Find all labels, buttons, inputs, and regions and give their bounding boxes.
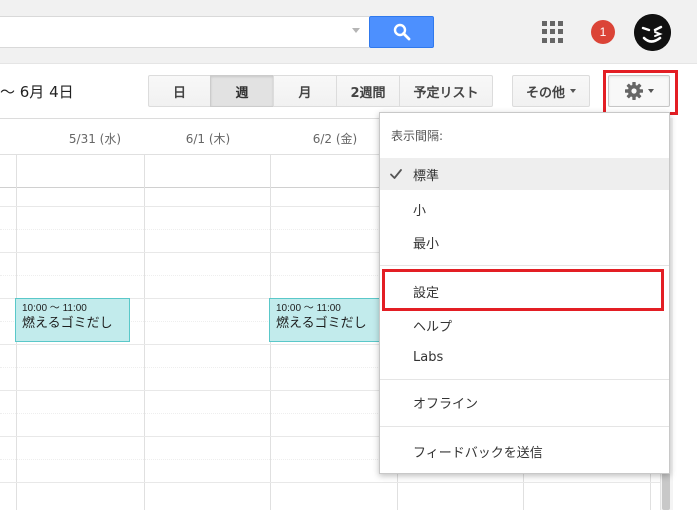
- view-switcher: 日 週 月 2週間 予定リスト: [148, 75, 493, 107]
- date-range-label: ～ 6月 4日: [0, 83, 74, 101]
- search-icon: [393, 23, 410, 41]
- menu-item-offline[interactable]: オフライン: [380, 386, 669, 418]
- menu-item-label: 小: [413, 203, 427, 219]
- menu-item-labs[interactable]: Labs: [380, 341, 669, 373]
- event-time: 10:00 ～ 11:00: [22, 303, 87, 314]
- more-button-label: その他: [525, 85, 565, 101]
- winking-face-icon: [634, 14, 671, 51]
- settings-dropdown-menu: 表示間隔: 標準 小 最小 設定 ヘルプ Labs オフライン フィードバックを…: [379, 112, 670, 474]
- top-bar: 1: [0, 0, 697, 64]
- menu-item-help[interactable]: ヘルプ: [380, 309, 669, 341]
- menu-item-label: Labs: [413, 349, 444, 365]
- gear-icon: [625, 82, 643, 100]
- search-button[interactable]: [369, 16, 434, 48]
- more-button[interactable]: その他: [512, 75, 590, 107]
- day-header-wed[interactable]: 5/31 (水): [32, 130, 158, 147]
- chevron-down-icon: [648, 89, 654, 93]
- hour-line: [0, 482, 660, 483]
- view-day-button[interactable]: 日: [148, 75, 211, 107]
- menu-item-label: 標準: [413, 168, 440, 184]
- view-2weeks-button[interactable]: 2週間: [336, 75, 400, 107]
- search-input[interactable]: [0, 16, 369, 48]
- settings-gear-button[interactable]: [608, 75, 670, 107]
- menu-item-label: オフライン: [413, 396, 479, 412]
- menu-item-settings[interactable]: 設定: [380, 275, 669, 307]
- menu-separator: [380, 265, 669, 266]
- event-title: 燃えるゴミだし: [276, 316, 367, 331]
- calendar-event[interactable]: 10:00 ～ 11:00 燃えるゴミだし: [15, 298, 130, 342]
- menu-item-feedback[interactable]: フィードバックを送信: [380, 435, 669, 467]
- menu-separator: [380, 426, 669, 427]
- search-options-chevron-icon[interactable]: [352, 28, 360, 33]
- calendar-event[interactable]: 10:00 ～ 11:00 燃えるゴミだし: [269, 298, 384, 342]
- apps-grid-icon[interactable]: [542, 21, 564, 43]
- avatar[interactable]: [634, 14, 671, 51]
- menu-item-density-smallest[interactable]: 最小: [380, 226, 669, 258]
- day-header-thu[interactable]: 6/1 (木): [145, 130, 271, 147]
- notification-badge[interactable]: 1: [591, 20, 615, 44]
- chevron-down-icon: [570, 89, 576, 93]
- menu-separator: [380, 379, 669, 380]
- view-month-button[interactable]: 月: [273, 75, 337, 107]
- menu-item-label: ヘルプ: [413, 319, 453, 335]
- density-header: 表示間隔:: [391, 129, 444, 143]
- day-separator: [144, 154, 145, 510]
- view-agenda-button[interactable]: 予定リスト: [399, 75, 493, 107]
- menu-item-density-standard[interactable]: 標準: [380, 158, 669, 190]
- check-icon: [390, 169, 402, 179]
- event-title: 燃えるゴミだし: [22, 316, 113, 331]
- menu-item-density-small[interactable]: 小: [380, 193, 669, 225]
- menu-item-label: フィードバックを送信: [413, 445, 543, 461]
- menu-item-label: 最小: [413, 236, 440, 252]
- event-time: 10:00 ～ 11:00: [276, 303, 341, 314]
- view-week-button[interactable]: 週: [210, 75, 274, 107]
- menu-item-label: 設定: [413, 285, 440, 301]
